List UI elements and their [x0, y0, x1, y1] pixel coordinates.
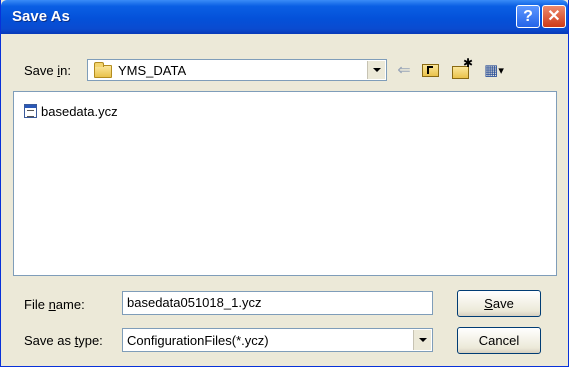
file-icon — [24, 104, 37, 118]
new-folder-icon[interactable]: ✱ — [448, 56, 473, 79]
close-button[interactable]: ✕ — [542, 5, 566, 28]
file-list[interactable]: basedata.ycz — [13, 91, 557, 276]
save-as-type-label: Save as type: — [24, 333, 103, 348]
save-button[interactable]: Save — [457, 290, 541, 317]
file-name-label: File name: — [24, 297, 85, 312]
save-as-dialog: Save As ? ✕ Save in: YMS_DATA ⇐ ✱ ▦ ▾ bas… — [0, 0, 569, 367]
save-as-type-value: ConfigurationFiles(*.ycz) — [127, 333, 269, 348]
save-in-dropdown-arrow[interactable] — [367, 61, 385, 79]
file-item-name: basedata.ycz — [41, 103, 118, 119]
save-in-value: YMS_DATA — [118, 63, 187, 78]
save-in-dropdown[interactable]: YMS_DATA — [87, 59, 387, 81]
cancel-button[interactable]: Cancel — [457, 327, 541, 354]
dialog-title: Save As — [12, 8, 70, 25]
view-menu-icon[interactable]: ▦ ▾ — [477, 61, 511, 79]
up-folder-icon[interactable] — [419, 61, 441, 79]
save-as-type-dropdown-arrow[interactable] — [413, 330, 431, 350]
chevron-down-icon — [418, 338, 427, 342]
folder-icon — [94, 62, 112, 78]
save-in-label: Save in: — [24, 63, 71, 78]
save-as-type-dropdown[interactable]: ConfigurationFiles(*.ycz) — [122, 328, 433, 352]
chevron-down-icon — [372, 68, 381, 72]
title-bar[interactable]: Save As ? ✕ — [1, 0, 568, 34]
back-arrow-icon[interactable]: ⇐ — [395, 61, 413, 79]
list-item[interactable]: basedata.ycz — [24, 102, 118, 120]
file-name-input[interactable]: basedata051018_1.ycz — [122, 291, 433, 315]
help-button[interactable]: ? — [516, 5, 540, 28]
